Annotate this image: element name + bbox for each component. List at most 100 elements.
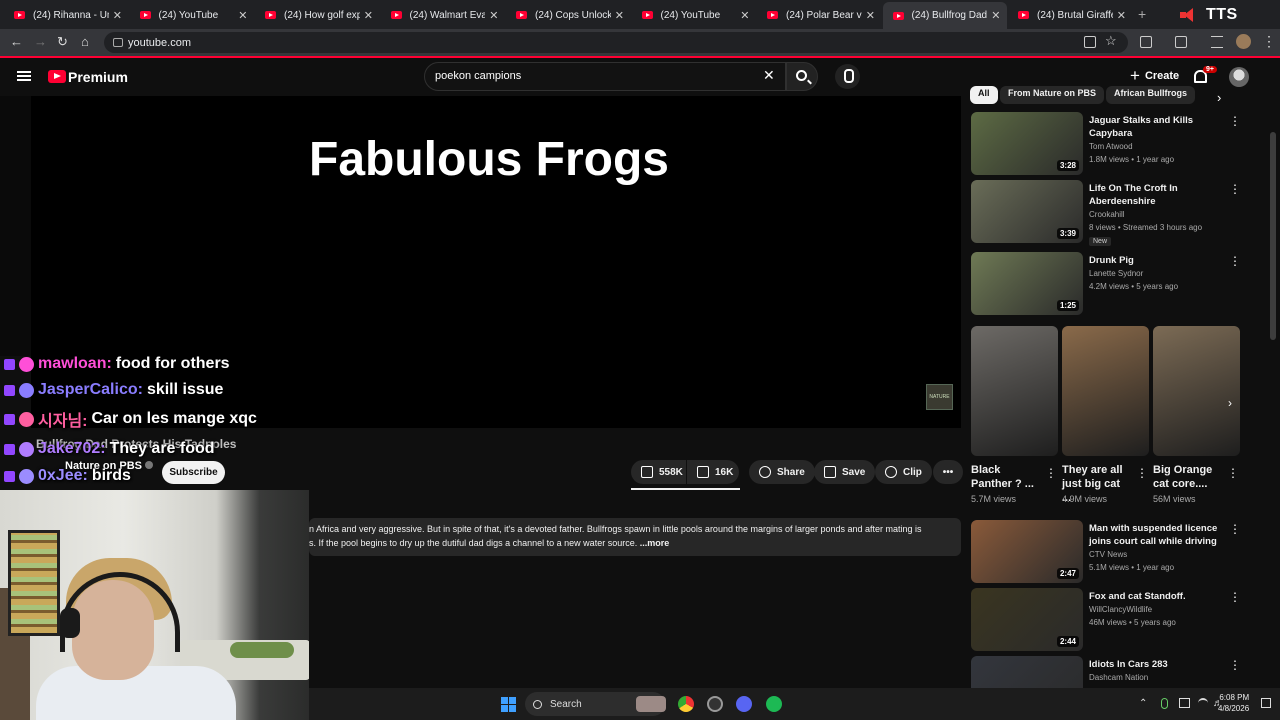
channel-name[interactable]: Lanette Sydnor: [1089, 269, 1143, 278]
more-options-icon[interactable]: ⋮: [1045, 466, 1057, 480]
browser-tab[interactable]: (24) Brutal Giraffe Sh ✕: [1008, 4, 1132, 26]
description-box[interactable]: n Africa and very aggressive. But in spi…: [309, 518, 961, 556]
system-clock[interactable]: 6:08 PM 4/8/2026: [1218, 692, 1249, 714]
close-tab-icon[interactable]: ✕: [238, 9, 247, 22]
new-tab-button[interactable]: +: [1138, 6, 1146, 22]
browser-tab[interactable]: (24) Cops Unlock Prec ✕: [506, 4, 630, 26]
obs-icon[interactable]: [707, 696, 723, 712]
browser-tab[interactable]: (24) YouTube ✕: [130, 4, 254, 26]
filter-chip[interactable]: All: [970, 86, 998, 104]
short-thumbnail[interactable]: [971, 326, 1058, 456]
video-title[interactable]: Idiots In Cars 283: [1089, 658, 1224, 671]
extensions-icon[interactable]: [1140, 36, 1152, 48]
share-button[interactable]: Share: [749, 460, 815, 484]
site-info-icon[interactable]: [113, 38, 123, 47]
browser-tab[interactable]: (24) YouTube ✕: [632, 4, 756, 26]
tray-app-icon[interactable]: [1179, 698, 1190, 708]
short-title[interactable]: Big Orange cat core....: [1153, 463, 1223, 491]
more-options-icon[interactable]: ⋮: [1229, 254, 1241, 268]
close-tab-icon[interactable]: ✕: [991, 9, 1000, 22]
shorts-next-chevron-icon[interactable]: ›: [1228, 396, 1232, 410]
taskbar-widget-icon[interactable]: [636, 696, 666, 712]
more-options-icon[interactable]: ⋮: [1227, 466, 1239, 480]
browser-tab[interactable]: (24) Walmart Evacuat✕: [381, 4, 505, 26]
browser-profile-avatar[interactable]: [1236, 34, 1251, 49]
video-thumbnail[interactable]: 3:39: [971, 180, 1083, 243]
clear-search-icon[interactable]: ✕: [763, 67, 775, 84]
save-button[interactable]: Save: [814, 460, 876, 484]
browser-tab[interactable]: (24) Polar Bear vs Wa ✕: [757, 4, 881, 26]
youtube-logo-icon[interactable]: [48, 70, 66, 83]
windows-start-icon[interactable]: [501, 697, 516, 712]
filter-chip[interactable]: From Nature on PBS: [1000, 86, 1105, 104]
channel-name[interactable]: Tom Atwood: [1089, 142, 1133, 151]
bookmark-star-icon[interactable]: ☆: [1105, 33, 1117, 49]
more-options-icon[interactable]: ⋮: [1229, 658, 1241, 672]
chevron-right-icon[interactable]: ›: [1217, 90, 1221, 105]
wifi-icon[interactable]: [1198, 698, 1208, 708]
short-title[interactable]: Black Panther ? ...: [971, 463, 1041, 491]
spotify-icon[interactable]: [766, 696, 782, 712]
more-options-icon[interactable]: ⋮: [1229, 590, 1241, 604]
more-options-icon[interactable]: ⋮: [1229, 522, 1241, 536]
dislike-button[interactable]: 16K: [687, 460, 739, 484]
more-actions-button[interactable]: •••: [933, 460, 963, 484]
browser-tab[interactable]: (24) Rihanna - Umbre ✕: [4, 4, 128, 26]
like-button[interactable]: 558K: [631, 460, 686, 484]
reading-list-icon[interactable]: [1211, 36, 1223, 48]
close-tab-icon[interactable]: ✕: [1117, 9, 1126, 22]
video-thumbnail[interactable]: 1:25: [971, 252, 1083, 315]
cast-icon[interactable]: [1175, 36, 1187, 48]
browser-menu-icon[interactable]: ⋮: [1262, 33, 1276, 50]
recommended-video[interactable]: 2:47 Man with suspended licence joins cou…: [971, 520, 1241, 584]
filter-chip[interactable]: African Bullfrogs: [1106, 86, 1196, 104]
more-options-icon[interactable]: ⋮: [1136, 466, 1148, 480]
video-title[interactable]: Jaguar Stalks and Kills Capybara: [1089, 114, 1224, 140]
channel-name[interactable]: CTV News: [1089, 550, 1127, 559]
search-input[interactable]: poekon campions: [424, 62, 786, 91]
short-thumbnail[interactable]: [1153, 326, 1240, 456]
video-thumbnail[interactable]: 2:44: [971, 588, 1083, 651]
video-thumbnail[interactable]: 3:28: [971, 112, 1083, 175]
reload-icon[interactable]: ↻: [57, 34, 68, 50]
search-button[interactable]: [786, 62, 818, 91]
chrome-icon[interactable]: [678, 696, 694, 712]
youtube-brand[interactable]: Premium: [68, 69, 128, 85]
voice-search-button[interactable]: [835, 64, 860, 89]
more-options-icon[interactable]: ⋮: [1229, 182, 1241, 196]
clip-button[interactable]: Clip: [875, 460, 932, 484]
notification-center-icon[interactable]: [1261, 698, 1271, 708]
home-icon[interactable]: ⌂: [81, 34, 89, 49]
forward-arrow-icon[interactable]: →: [34, 34, 47, 49]
short-thumbnail[interactable]: [1062, 326, 1149, 456]
microphone-icon[interactable]: [1161, 698, 1168, 709]
close-tab-icon[interactable]: ✕: [866, 9, 875, 22]
channel-name[interactable]: Crookahill: [1089, 210, 1125, 219]
video-title[interactable]: Fox and cat Standoff.: [1089, 590, 1224, 603]
channel-name[interactable]: WillClancyWildlife: [1089, 605, 1152, 614]
page-scrollbar[interactable]: [1270, 132, 1276, 340]
close-tab-icon[interactable]: ✕: [113, 9, 122, 22]
browser-tab[interactable]: (24) How golf expose ✕: [255, 4, 379, 26]
recommended-video[interactable]: 3:39 Life On The Croft In Aberdeenshire Cr…: [971, 180, 1241, 246]
browser-tab[interactable]: (24) Bullfrog Dad Prot✕: [882, 2, 1007, 29]
video-title[interactable]: Drunk Pig: [1089, 254, 1224, 267]
close-tab-icon[interactable]: ✕: [615, 9, 624, 22]
show-more-link[interactable]: ...more: [640, 538, 670, 548]
account-avatar[interactable]: [1229, 67, 1249, 87]
discord-icon[interactable]: [736, 696, 752, 712]
recommended-video[interactable]: 1:25 Drunk Pig Lanette Sydnor 4.2M views • …: [971, 252, 1241, 316]
more-options-icon[interactable]: ⋮: [1229, 114, 1241, 128]
close-tab-icon[interactable]: ✕: [364, 9, 373, 22]
close-tab-icon[interactable]: ✕: [740, 9, 749, 22]
tray-chevron-icon[interactable]: ⌃: [1139, 698, 1147, 709]
hamburger-menu-icon[interactable]: [17, 71, 31, 81]
close-tab-icon[interactable]: ✕: [489, 9, 498, 22]
video-thumbnail[interactable]: 2:47: [971, 520, 1083, 583]
video-title[interactable]: Life On The Croft In Aberdeenshire: [1089, 182, 1224, 208]
address-bar[interactable]: youtube.com: [104, 32, 1128, 53]
subscribe-button[interactable]: Subscribe: [162, 461, 225, 484]
install-app-icon[interactable]: [1084, 36, 1096, 48]
channel-name[interactable]: Dashcam Nation: [1089, 673, 1148, 682]
back-arrow-icon[interactable]: ←: [10, 34, 23, 49]
